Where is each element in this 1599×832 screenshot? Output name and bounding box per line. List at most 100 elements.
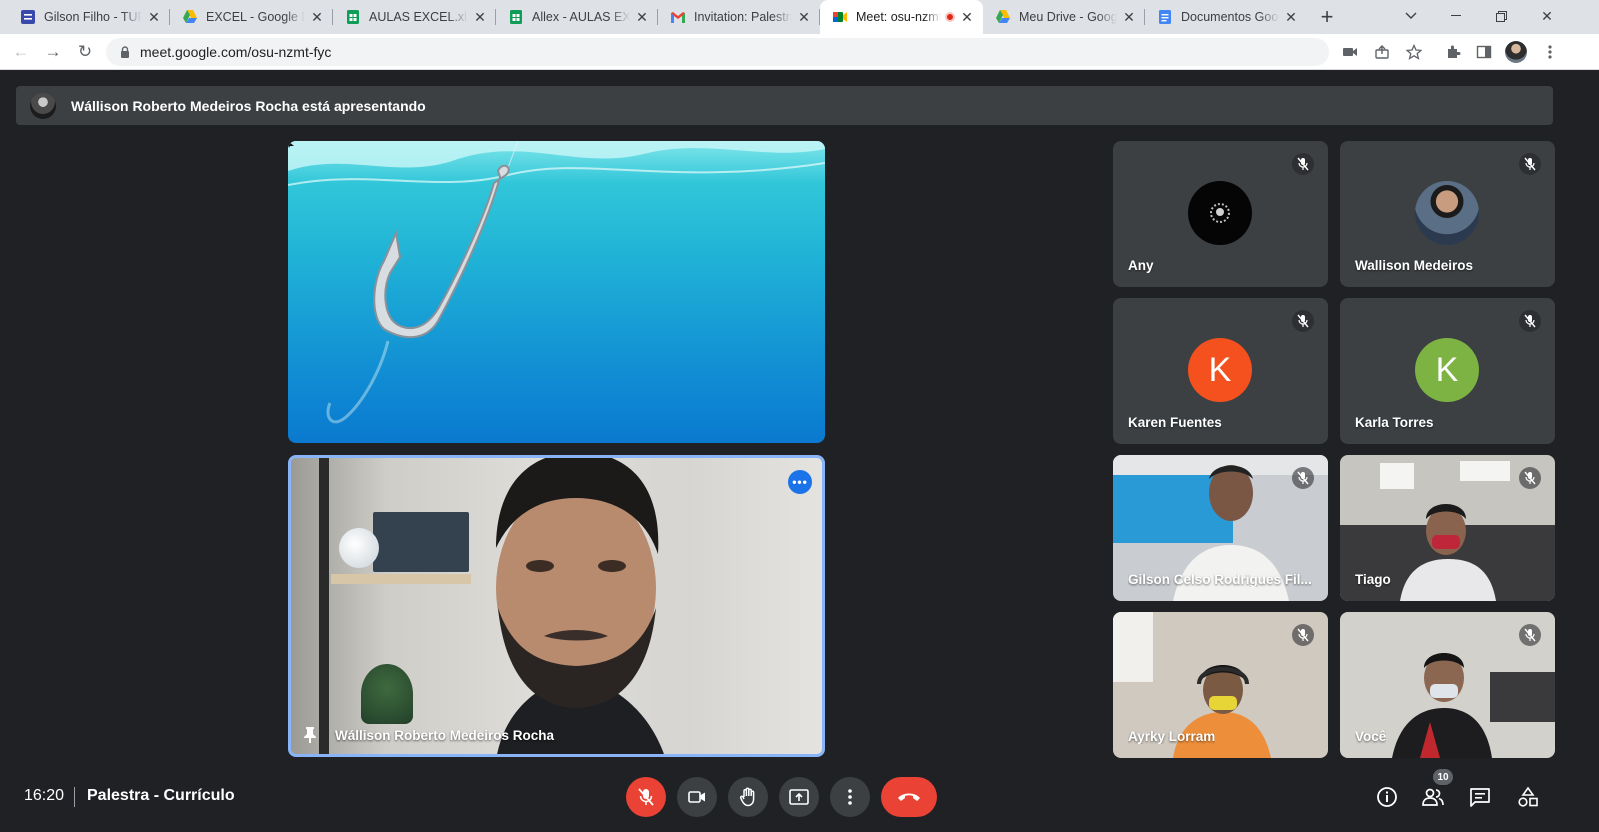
presenting-banner: Wállison Roberto Medeiros Rocha está apr…: [16, 86, 1553, 125]
browser-tab[interactable]: Meu Drive - Google Drive ✕: [983, 0, 1145, 34]
fishing-hook-illustration: [288, 141, 825, 424]
more-options-button[interactable]: [830, 777, 870, 817]
close-tab-icon[interactable]: ✕: [309, 9, 325, 25]
restore-button[interactable]: [1486, 4, 1516, 28]
avatar: [1188, 181, 1252, 245]
close-tab-icon[interactable]: ✕: [1283, 9, 1299, 25]
info-icon: [1377, 787, 1397, 807]
gmail-icon: [670, 9, 686, 25]
close-tab-icon[interactable]: ✕: [1121, 9, 1137, 25]
google-sheets-icon: [508, 9, 524, 25]
tab-title: Gilson Filho - TURMA: [44, 10, 142, 24]
raise-hand-icon: [739, 787, 755, 807]
meeting-details-button[interactable]: [1374, 784, 1400, 810]
avatar: [1415, 181, 1479, 245]
chat-button[interactable]: [1467, 784, 1493, 810]
chrome-menu-icon[interactable]: [1540, 42, 1560, 62]
leave-call-button[interactable]: [881, 777, 937, 817]
tab-title: Allex - AULAS EXCEL: [532, 10, 630, 24]
participant-tile[interactable]: Você: [1340, 612, 1555, 758]
participant-tile[interactable]: Tiago: [1340, 455, 1555, 601]
browser-tab[interactable]: Gilson Filho - TURMA ✕: [8, 0, 170, 34]
side-panel-icon[interactable]: [1474, 42, 1494, 62]
participants-button[interactable]: [1420, 784, 1446, 810]
participant-tile[interactable]: K Karen Fuentes: [1113, 298, 1328, 444]
divider: [74, 787, 75, 807]
close-tab-icon[interactable]: ✕: [959, 9, 975, 25]
pin-icon[interactable]: [303, 726, 317, 744]
share-icon[interactable]: [1372, 42, 1392, 62]
participant-tile[interactable]: Wallison Medeiros: [1340, 141, 1555, 287]
participant-tile[interactable]: Any: [1113, 141, 1328, 287]
participant-tile[interactable]: Gilson Celso Rodrigues Fil...: [1113, 455, 1328, 601]
new-tab-button[interactable]: +: [1314, 4, 1340, 29]
camera-toggle-button[interactable]: [677, 777, 717, 817]
forward-button[interactable]: →: [40, 39, 66, 65]
browser-toolbar: ← → ↻ meet.google.com/osu-nzmt-fyc: [0, 34, 1599, 70]
mic-off-icon: [1292, 624, 1314, 646]
tab-title: EXCEL - Google Drive: [206, 10, 305, 24]
tab-title: Documentos Google: [1181, 10, 1279, 24]
present-screen-button[interactable]: [779, 777, 819, 817]
browser-tab-active[interactable]: Meet: osu-nzmt-fyc ✕: [820, 0, 983, 34]
activities-icon: [1518, 786, 1538, 807]
close-window-button[interactable]: ✕: [1532, 4, 1562, 28]
chat-icon: [1470, 788, 1490, 807]
participant-tile[interactable]: Ayrky Lorram: [1113, 612, 1328, 758]
participant-tile[interactable]: K Karla Torres: [1340, 298, 1555, 444]
google-drive-icon: [995, 9, 1011, 25]
more-vertical-icon: [848, 789, 852, 805]
close-tab-icon[interactable]: ✕: [472, 9, 488, 25]
people-icon: [1422, 788, 1444, 806]
participant-name: Tiago: [1355, 572, 1391, 587]
close-tab-icon[interactable]: ✕: [634, 9, 650, 25]
tab-title: Invitation: Palestra: [694, 10, 792, 24]
mic-off-icon: [1519, 310, 1541, 332]
close-tab-icon[interactable]: ✕: [146, 9, 162, 25]
google-meet-icon: [832, 9, 848, 25]
activities-button[interactable]: [1515, 784, 1541, 810]
raise-hand-button[interactable]: [728, 777, 768, 817]
browser-tab[interactable]: Documentos Google ✕: [1145, 0, 1307, 34]
camera-in-use-icon[interactable]: [1340, 42, 1360, 62]
tab-search-icon[interactable]: [1396, 4, 1426, 28]
profile-avatar[interactable]: [1505, 41, 1527, 63]
browser-tab[interactable]: Allex - AULAS EXCEL ✕: [496, 0, 658, 34]
extensions-icon[interactable]: [1443, 42, 1463, 62]
mic-off-icon: [1519, 467, 1541, 489]
more-options-button[interactable]: •••: [788, 470, 812, 494]
active-speaker-tile[interactable]: ••• Wállison Roberto Medeiros Rocha: [288, 455, 825, 757]
tab-title: Meu Drive - Google Drive: [1019, 10, 1117, 24]
mic-off-icon: [1292, 153, 1314, 175]
participant-name: Wallison Medeiros: [1355, 258, 1474, 273]
hang-up-icon: [898, 793, 920, 801]
reload-button[interactable]: ↻: [72, 39, 98, 65]
mic-off-icon: [1519, 153, 1541, 175]
bookmark-star-icon[interactable]: [1404, 42, 1424, 62]
browser-tab-strip: Gilson Filho - TURMA ✕ EXCEL - Google Dr…: [0, 0, 1599, 34]
mouse-cursor-icon: [288, 141, 294, 148]
background-shelf: [291, 458, 471, 754]
url-text: meet.google.com/osu-nzmt-fyc: [140, 44, 332, 60]
speaker-video: [496, 458, 664, 754]
browser-tab[interactable]: EXCEL - Google Drive ✕: [170, 0, 333, 34]
browser-tab[interactable]: AULAS EXCEL.xlsx - Google ✕: [333, 0, 496, 34]
browser-tab[interactable]: Invitation: Palestra ✕: [658, 0, 820, 34]
mic-off-icon: [638, 788, 654, 806]
mic-off-icon: [1292, 467, 1314, 489]
presenter-avatar: [30, 92, 56, 119]
meeting-clock: 16:20: [24, 787, 65, 804]
minimize-button[interactable]: [1441, 4, 1471, 28]
avatar: K: [1415, 338, 1479, 402]
microphone-toggle-button[interactable]: [626, 777, 666, 817]
present-screen-icon: [789, 789, 809, 805]
presentation-screen: [288, 141, 825, 443]
tab-title: AULAS EXCEL.xlsx - Google: [369, 10, 468, 24]
address-bar[interactable]: meet.google.com/osu-nzmt-fyc: [106, 38, 1329, 66]
participant-name: Karen Fuentes: [1128, 415, 1222, 430]
mic-off-icon: [1292, 310, 1314, 332]
recording-icon: [945, 12, 955, 22]
back-button[interactable]: ←: [8, 39, 34, 65]
participant-count-badge: 10: [1433, 769, 1453, 785]
close-tab-icon[interactable]: ✕: [796, 9, 812, 25]
